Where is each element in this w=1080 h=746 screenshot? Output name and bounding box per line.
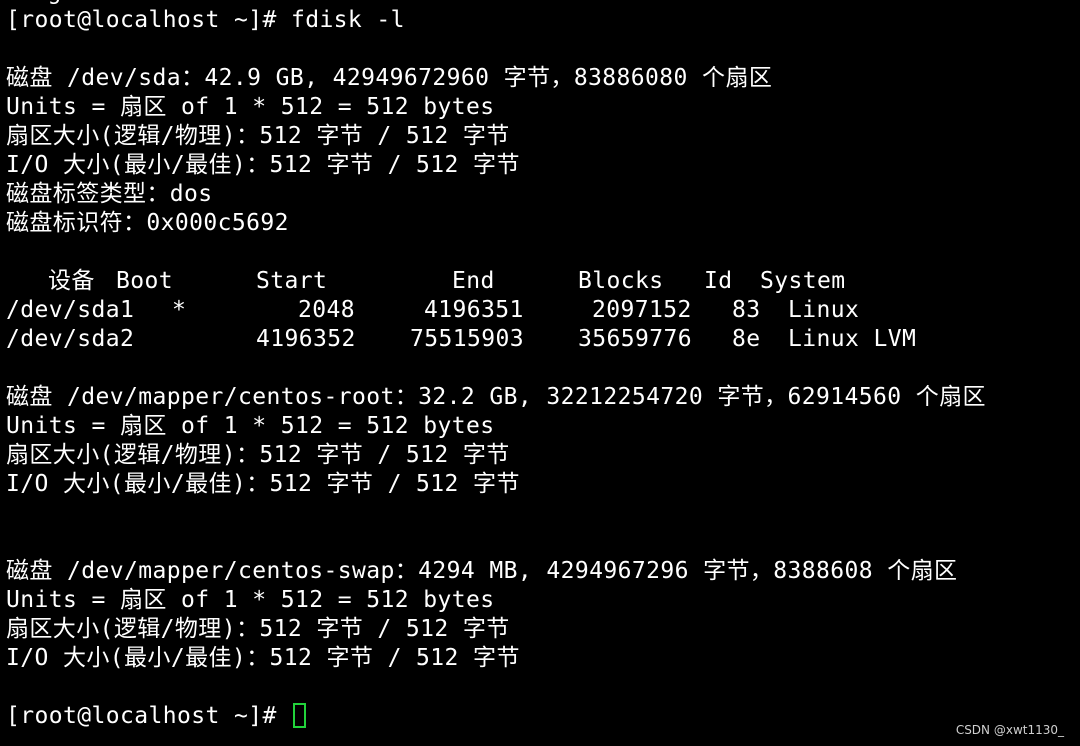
table-row: /dev/sda2 4196352 75515903 35659776 8e L…	[6, 325, 1066, 354]
row-end: 4196351	[424, 297, 524, 323]
watermark: CSDN @xwt1130_	[955, 723, 1064, 737]
row-start: 4196352	[256, 326, 356, 352]
header-start: Start	[256, 268, 328, 294]
header-boot: Boot	[116, 268, 173, 294]
swap-units-line: Units = 扇区 of 1 * 512 = 512 bytes	[6, 587, 495, 613]
sda-label-type-line: 磁盘标签类型：dos	[6, 181, 213, 207]
header-end: End	[452, 268, 495, 294]
header-id: Id	[704, 268, 733, 294]
row-boot: *	[172, 297, 187, 323]
swap-io-size-line: I/O 大小(最小/最佳)：512 字节 / 512 字节	[6, 645, 520, 671]
header-blocks: Blocks	[578, 268, 664, 294]
row-id: 8e	[732, 326, 761, 352]
swap-sector-size-line: 扇区大小(逻辑/物理)：512 字节 / 512 字节	[6, 616, 510, 642]
swap-disk-line: 磁盘 /dev/mapper/centos-swap：4294 MB, 4294…	[6, 558, 958, 584]
terminal-window[interactable]: g [root@localhost ~]# fdisk -l 磁盘 /dev/s…	[0, 0, 1080, 746]
root-disk-line: 磁盘 /dev/mapper/centos-root：32.2 GB, 3221…	[6, 384, 986, 410]
header-system: System	[760, 268, 846, 294]
row-system: Linux LVM	[788, 326, 917, 352]
sda-units-line: Units = 扇区 of 1 * 512 = 512 bytes	[6, 94, 495, 120]
sda-identifier-line: 磁盘标识符：0x000c5692	[6, 210, 289, 236]
root-units-line: Units = 扇区 of 1 * 512 = 512 bytes	[6, 413, 495, 439]
root-sector-size-line: 扇区大小(逻辑/物理)：512 字节 / 512 字节	[6, 442, 510, 468]
root-io-size-line: I/O 大小(最小/最佳)：512 字节 / 512 字节	[6, 471, 520, 497]
text-cursor	[292, 703, 306, 728]
row-blocks: 35659776	[578, 326, 692, 352]
table-row: /dev/sda1 * 2048 4196351 2097152 83 Linu…	[6, 296, 1066, 325]
row-system: Linux	[788, 297, 860, 323]
prompt-line-1: [root@localhost ~]# fdisk -l	[6, 7, 405, 33]
row-end: 75515903	[410, 326, 524, 352]
row-device: /dev/sda1	[6, 297, 135, 323]
prompt-line-2[interactable]: [root@localhost ~]#	[6, 702, 306, 731]
row-id: 83	[732, 297, 761, 323]
header-device: 设备	[48, 268, 95, 294]
sda-io-size-line: I/O 大小(最小/最佳)：512 字节 / 512 字节	[6, 152, 520, 178]
sda-sector-size-line: 扇区大小(逻辑/物理)：512 字节 / 512 字节	[6, 123, 510, 149]
partition-table-header: 设备 Boot Start End Blocks Id System	[6, 267, 1066, 296]
row-start: 2048	[298, 297, 355, 323]
sda-disk-line: 磁盘 /dev/sda：42.9 GB, 42949672960 字节，8388…	[6, 65, 773, 91]
prompt-text: [root@localhost ~]#	[6, 703, 291, 729]
row-blocks: 2097152	[592, 297, 692, 323]
row-device: /dev/sda2	[6, 326, 135, 352]
